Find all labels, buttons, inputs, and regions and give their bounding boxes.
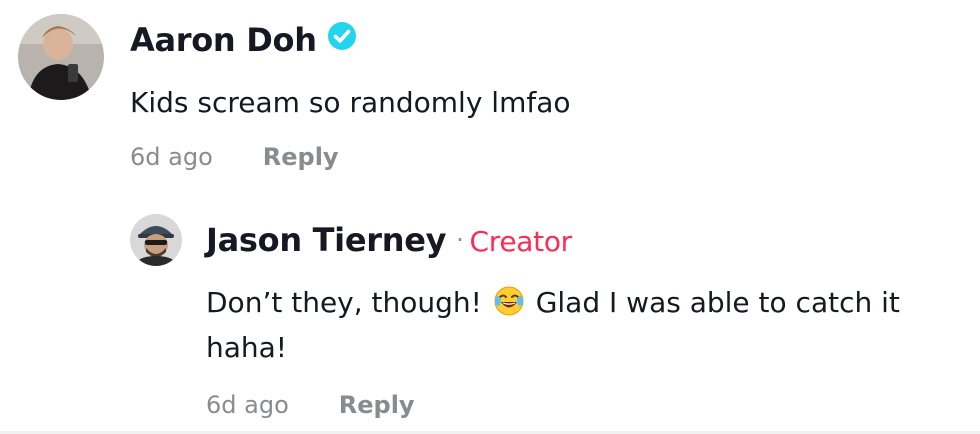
comment-text: Kids scream so randomly lmfao xyxy=(130,86,571,119)
comment-meta: 6d ago Reply xyxy=(130,142,339,172)
reply-author-avatar[interactable] xyxy=(130,214,182,266)
comment-timestamp: 6d ago xyxy=(130,143,213,171)
tears-of-joy-emoji-icon xyxy=(493,285,525,317)
reply-text: Don’t they, though! Glad I was able to c… xyxy=(206,280,966,370)
creator-badge: Creator xyxy=(469,225,573,258)
comment-reply-button[interactable]: Reply xyxy=(263,143,339,171)
reply-reply-button[interactable]: Reply xyxy=(339,391,415,419)
reply-meta: 6d ago Reply xyxy=(206,390,415,420)
reply-text-part-1: Don’t they, though! xyxy=(206,286,491,319)
separator-dot: · xyxy=(456,226,464,254)
avatar-photo-icon xyxy=(18,14,104,100)
reply-author[interactable]: Jason Tierney · Creator xyxy=(206,220,572,262)
verified-badge-icon xyxy=(327,20,357,60)
reply-timestamp: 6d ago xyxy=(206,391,289,419)
reply-author-name[interactable]: Jason Tierney xyxy=(206,221,446,259)
comment-author[interactable]: Aaron Doh xyxy=(130,20,357,60)
avatar-photo-icon xyxy=(130,214,182,266)
comment-author-name[interactable]: Aaron Doh xyxy=(130,21,317,59)
commenter-avatar[interactable] xyxy=(18,14,104,100)
